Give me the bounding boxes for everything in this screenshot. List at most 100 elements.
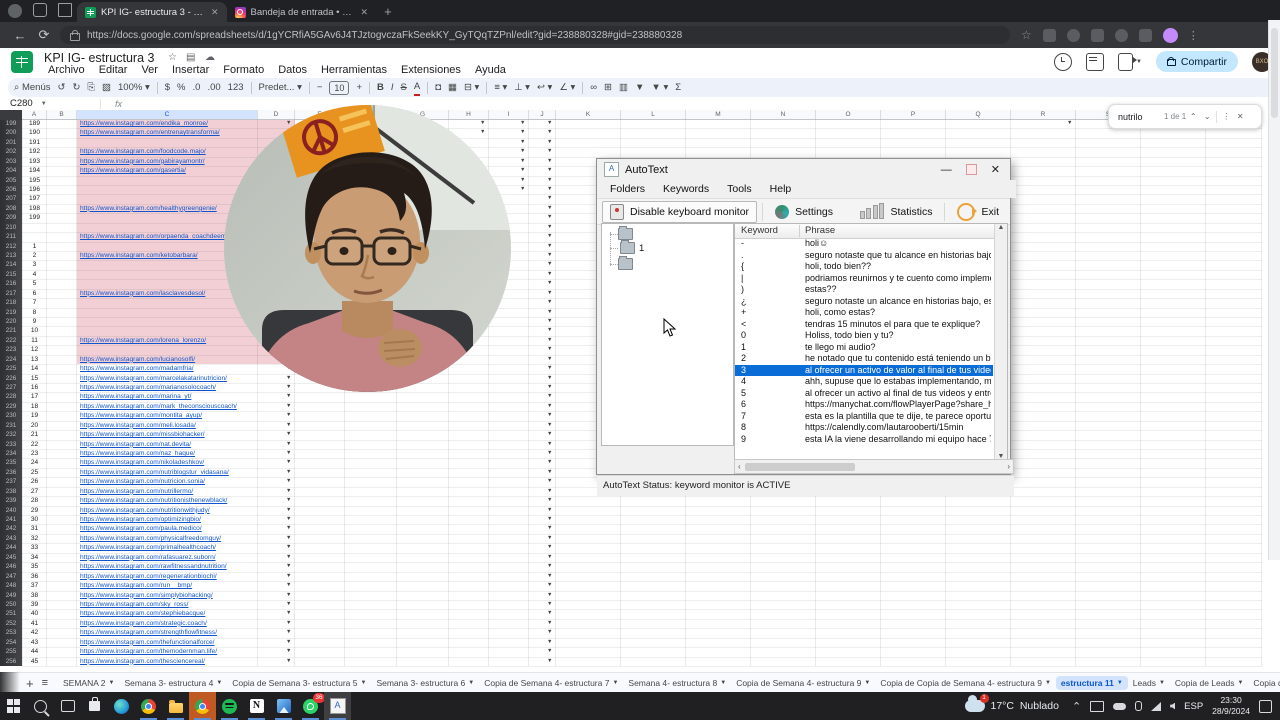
cell-link[interactable]: https://www.instagram.com/physicalfreedo…	[80, 535, 256, 542]
keyword-row[interactable]: | podriamos reunirnos y te cuento como im…	[735, 273, 993, 285]
phrase-cell[interactable]: estas??	[805, 284, 991, 294]
cell-link[interactable]: https://www.instagram.com/paula.medico/	[80, 525, 256, 532]
row-header[interactable]: 247	[0, 573, 22, 580]
sheet-tab-menu-icon[interactable]: ▼	[468, 680, 474, 686]
sheet-tab[interactable]: Leads ▼	[1128, 676, 1170, 690]
whatsapp-icon[interactable]: 36	[297, 692, 325, 720]
row-header[interactable]: 239	[0, 497, 22, 504]
cell-value[interactable]: 35	[22, 563, 47, 570]
cell-value[interactable]: 197	[22, 195, 47, 202]
strikethrough-icon[interactable]: S	[401, 78, 407, 97]
cell-link[interactable]: https://www.instagram.com/foodcode.majo/	[80, 148, 256, 155]
keyword-cell[interactable]: {	[741, 261, 796, 271]
row-header[interactable]: 218	[0, 299, 22, 306]
fill-color-icon[interactable]: ◘	[435, 78, 441, 97]
autotext-taskbar-icon[interactable]: A	[324, 692, 351, 720]
menu-formato[interactable]: Formato	[217, 64, 270, 76]
sheet-tab[interactable]: Semana 4- estructura 8 ▼	[623, 676, 731, 690]
cell-value[interactable]: 194	[22, 167, 47, 174]
cell-value[interactable]: 6	[22, 290, 47, 297]
phrase-cell[interactable]: esta es la plantilla que te dije, te par…	[805, 411, 991, 421]
cell-value[interactable]: 192	[22, 148, 47, 155]
row-header[interactable]: 223	[0, 346, 22, 353]
cell-link[interactable]: https://www.instagram.com/nutritionisthe…	[80, 497, 256, 504]
row-header[interactable]: 199	[0, 120, 22, 127]
sheet-tab-menu-icon[interactable]: ▼	[1159, 680, 1165, 686]
clock[interactable]: 23:30 28/9/2024	[1212, 695, 1250, 716]
row-header[interactable]: 209	[0, 214, 22, 221]
corner-box[interactable]	[0, 110, 22, 120]
row-header[interactable]: 210	[0, 224, 22, 231]
phrase-cell[interactable]: al ofrecer un activo al final de tus vid…	[805, 388, 991, 398]
row-header[interactable]: 227	[0, 384, 22, 391]
row-header[interactable]: 252	[0, 620, 22, 627]
row-header[interactable]: 213	[0, 252, 22, 259]
phrase-cell[interactable]: podriamos reunirnos y te cuento como imp…	[805, 273, 991, 283]
cell-dropdown-icon[interactable]: ▼	[547, 639, 552, 646]
folder-item[interactable]	[618, 256, 633, 270]
row-header[interactable]: 238	[0, 488, 22, 495]
cell-value[interactable]: 18	[22, 403, 47, 410]
cell-dropdown-icon[interactable]: ▼	[547, 554, 552, 561]
cell-dropdown-icon[interactable]: ▼	[547, 158, 552, 165]
cell-value[interactable]: 193	[22, 158, 47, 165]
keyword-cell[interactable]: |	[741, 273, 796, 283]
row-header[interactable]: 231	[0, 422, 22, 429]
cell-dropdown-icon[interactable]: ▼	[286, 450, 291, 457]
keyword-column-header[interactable]: Keyword	[741, 225, 778, 236]
cell-dropdown-icon[interactable]: ▼	[286, 441, 291, 448]
cell-value[interactable]: 14	[22, 365, 47, 372]
cell-link[interactable]: https://www.instagram.com/missbiohacker/	[80, 431, 256, 438]
cell-value[interactable]: 40	[22, 610, 47, 617]
currency-format-icon[interactable]: $	[165, 78, 170, 97]
cell-dropdown-icon[interactable]: ▼	[547, 441, 552, 448]
language-indicator[interactable]: ESP	[1184, 701, 1203, 712]
cell-dropdown-icon[interactable]: ▼	[547, 497, 552, 504]
browser-tab[interactable]: KPI IG- estructura 3 - Hojas de cá ✕	[77, 2, 227, 22]
microphone-icon[interactable]	[1135, 701, 1143, 711]
cell-value[interactable]: 28	[22, 497, 47, 504]
row-header[interactable]: 219	[0, 309, 22, 316]
extension-icon[interactable]	[1114, 28, 1128, 42]
cell-value[interactable]: 191	[22, 139, 47, 146]
autotext-keyword-table[interactable]: Keyword Phrase - holi☺. seguro notaste que…	[734, 223, 1008, 461]
cell-value[interactable]: 20	[22, 422, 47, 429]
cell-dropdown-icon[interactable]: ▼	[547, 280, 552, 287]
maximize-icon[interactable]	[965, 164, 977, 175]
omnibox[interactable]: https://docs.google.com/spreadsheets/d/1…	[60, 26, 1010, 44]
row-header[interactable]: 244	[0, 544, 22, 551]
functions-icon[interactable]: Σ	[675, 78, 681, 97]
keyword-row[interactable]: 0 Holiss, todo bien y tu?	[735, 330, 993, 342]
cell-dropdown-icon[interactable]: ▼	[286, 535, 291, 542]
cell-dropdown-icon[interactable]: ▼	[520, 186, 525, 193]
row-header[interactable]: 215	[0, 271, 22, 278]
cell-link[interactable]: https://www.instagram.com/primalhealthco…	[80, 544, 256, 551]
menu-extensiones[interactable]: Extensiones	[395, 64, 467, 76]
network-icon[interactable]	[1151, 701, 1162, 711]
phrase-cell[interactable]: he notado que tu contenido está teniendo…	[805, 353, 991, 363]
extensions-puzzle-icon[interactable]	[1138, 28, 1152, 42]
cell-dropdown-icon[interactable]: ▼	[547, 243, 552, 250]
row-header[interactable]: 222	[0, 337, 22, 344]
cell-dropdown-icon[interactable]: ▼	[547, 459, 552, 466]
cell-dropdown-icon[interactable]: ▼	[547, 431, 552, 438]
cell-link[interactable]: https://www.instagram.com/montita_ayup/	[80, 412, 256, 419]
cell-dropdown-icon[interactable]: ▼	[547, 261, 552, 268]
phrase-cell[interactable]: ahh, supuse que lo estabas implementando…	[805, 376, 991, 386]
phrase-cell[interactable]: seguro notaste que tu alcance en histori…	[805, 250, 991, 260]
sheet-tab-menu-icon[interactable]: ▼	[361, 680, 367, 686]
cell-dropdown-icon[interactable]: ▼	[286, 544, 291, 551]
cell-dropdown-icon[interactable]: ▼	[286, 516, 291, 523]
insert-link-icon[interactable]: ∞	[590, 78, 597, 97]
row-header[interactable]: 203	[0, 158, 22, 165]
cell-dropdown-icon[interactable]: ▼	[286, 592, 291, 599]
cell-dropdown-icon[interactable]: ▼	[547, 573, 552, 580]
row-header[interactable]: 236	[0, 469, 22, 476]
keyword-cell[interactable]: <	[741, 319, 796, 329]
phrase-cell[interactable]: https://manychat.com/flowPlayerPage?shar…	[805, 399, 991, 409]
keyword-cell[interactable]: .	[741, 250, 796, 260]
cell-link[interactable]: https://www.instagram.com/nat.devita/	[80, 441, 256, 448]
cell-dropdown-icon[interactable]: ▼	[520, 148, 525, 155]
keyword-cell[interactable]: 4	[741, 376, 796, 386]
phrase-cell[interactable]: al ofrecer un activo de valor al final d…	[805, 365, 991, 375]
